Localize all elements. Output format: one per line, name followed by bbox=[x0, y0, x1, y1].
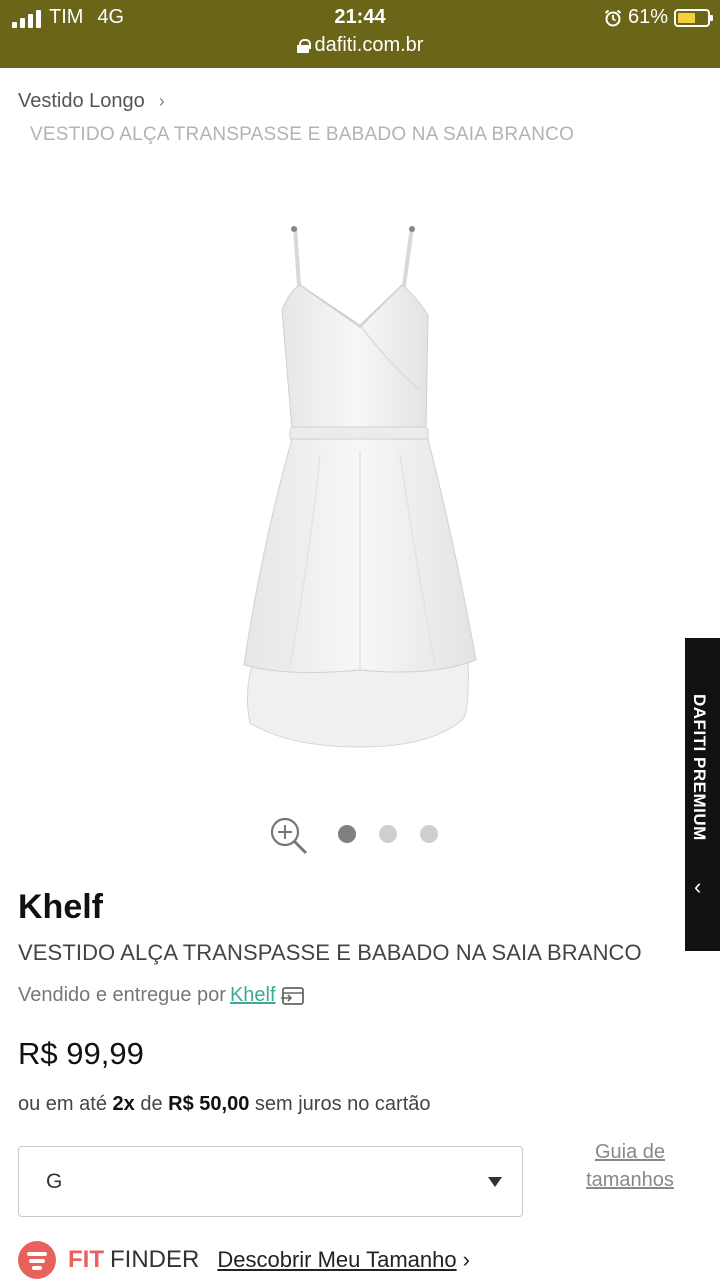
gallery-dot[interactable] bbox=[338, 825, 356, 843]
installments-amount: R$ 50,00 bbox=[168, 1093, 250, 1115]
fit-finder-logo-icon bbox=[18, 1241, 56, 1279]
fit-finder-brand-light: FINDER bbox=[110, 1246, 200, 1273]
size-guide-link[interactable]: Guia de tamanhos bbox=[560, 1138, 700, 1194]
size-selected-value: G bbox=[46, 1170, 63, 1193]
chevron-left-icon: ‹ bbox=[694, 874, 702, 899]
caret-down-icon bbox=[488, 1177, 502, 1187]
product-price: R$ 99,99 bbox=[18, 1036, 144, 1071]
product-name: VESTIDO ALÇA TRANSPASSE E BABADO NA SAIA… bbox=[18, 940, 642, 965]
seller-link[interactable]: Khelf bbox=[230, 984, 276, 1007]
battery-percent: 61% bbox=[627, 6, 668, 28]
installments-suffix: sem juros no cartão bbox=[254, 1093, 431, 1115]
size-guide-line2: tamanhos bbox=[586, 1169, 674, 1191]
installments-info: ou em até 2x de R$ 50,00 sem juros no ca… bbox=[18, 1093, 431, 1116]
size-select[interactable]: G bbox=[18, 1146, 523, 1217]
gallery-dot[interactable] bbox=[379, 825, 397, 843]
seller-prefix: Vendido e entregue por bbox=[18, 984, 226, 1006]
battery-icon bbox=[674, 8, 713, 27]
breadcrumb-current: VESTIDO ALÇA TRANSPASSE E BABADO NA SAIA… bbox=[30, 124, 575, 145]
alarm-icon bbox=[604, 9, 622, 26]
zoom-in-icon[interactable] bbox=[268, 815, 310, 857]
seller-info: Vendido e entregue por Khelf bbox=[18, 984, 306, 1007]
lock-icon bbox=[296, 38, 311, 53]
installments-prefix: ou em até bbox=[18, 1093, 107, 1115]
breadcrumb-category-link[interactable]: Vestido Longo bbox=[18, 90, 145, 113]
installments-middle: de bbox=[140, 1093, 163, 1115]
installments-count: 2x bbox=[112, 1093, 135, 1115]
find-my-size-link[interactable]: Descobrir Meu Tamanho bbox=[217, 1247, 456, 1273]
dafiti-premium-tab[interactable]: DAFITI PREMIUM ‹ bbox=[685, 638, 720, 951]
size-guide-line1: Guia de bbox=[594, 1141, 666, 1163]
chevron-right-icon: › bbox=[462, 1247, 470, 1272]
chevron-right-icon: › bbox=[158, 91, 165, 111]
address-bar[interactable]: dafiti.com.br bbox=[0, 34, 720, 57]
product-image[interactable] bbox=[230, 215, 490, 760]
status-right: 61% bbox=[604, 6, 713, 29]
fit-finder: FIT FINDER Descobrir Meu Tamanho › bbox=[18, 1240, 470, 1280]
url-text: dafiti.com.br bbox=[314, 34, 424, 56]
breadcrumb: Vestido Longo › bbox=[18, 90, 165, 113]
fit-finder-brand-bold: FIT bbox=[68, 1246, 104, 1273]
product-brand[interactable]: Khelf bbox=[18, 888, 103, 927]
premium-tab-label: DAFITI PREMIUM bbox=[690, 694, 709, 841]
status-bar: TIM 4G 21:44 61% dafiti.com.br bbox=[0, 0, 720, 68]
gallery-dot[interactable] bbox=[420, 825, 438, 843]
store-icon bbox=[280, 986, 304, 1005]
